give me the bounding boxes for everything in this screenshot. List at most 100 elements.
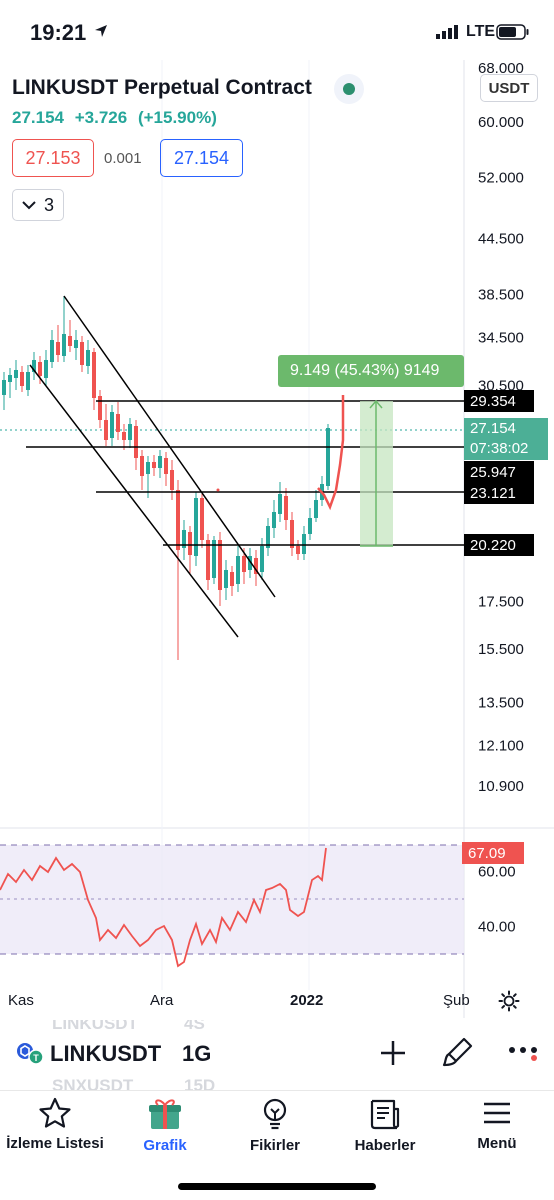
candle-body bbox=[92, 352, 96, 398]
date-label: 2022 bbox=[290, 992, 324, 1009]
candle-body bbox=[110, 412, 114, 438]
market-status-icon[interactable] bbox=[334, 74, 364, 104]
candle-body bbox=[326, 428, 330, 486]
price-summary: 27.154 +3.726 (+15.90%) bbox=[12, 108, 223, 128]
price-change-percent: (+15.90%) bbox=[137, 108, 217, 127]
level-tag-2: 25.947 bbox=[464, 461, 534, 483]
chart-gift-icon bbox=[149, 1099, 181, 1129]
date-label: Ara bbox=[150, 992, 174, 1009]
symbol-title[interactable]: LINKUSDT Perpetual Contract bbox=[12, 76, 312, 100]
signal-icon bbox=[436, 25, 458, 39]
location-arrow-icon bbox=[95, 25, 107, 37]
buy-price-button[interactable]: 27.154 bbox=[160, 139, 243, 177]
home-indicator bbox=[178, 1183, 376, 1190]
candle-body bbox=[302, 534, 306, 554]
status-time: 19:21 bbox=[30, 20, 87, 45]
status-bar: 19:21 LTE bbox=[0, 0, 554, 66]
price-range-measure bbox=[360, 399, 393, 547]
price-tick-label: 12.100 bbox=[478, 737, 524, 754]
candle-body bbox=[188, 532, 192, 555]
candle-body bbox=[134, 426, 138, 458]
battery-icon bbox=[496, 24, 529, 40]
price-tick-label: 10.900 bbox=[478, 778, 524, 795]
chevron-down-icon bbox=[22, 201, 36, 210]
price-tick-label: 13.500 bbox=[478, 695, 524, 712]
candle-body bbox=[176, 490, 180, 550]
active-symbol[interactable]: LINKUSDT bbox=[50, 1041, 161, 1067]
more-dots-icon[interactable] bbox=[508, 1046, 538, 1062]
nav-watchlist[interactable]: İzleme Listesi bbox=[0, 1097, 110, 1152]
nav-label: İzleme Listesi bbox=[6, 1135, 104, 1152]
bar-countdown: 07:38:02 bbox=[470, 440, 529, 457]
candle-body bbox=[194, 498, 198, 556]
nav-ideas[interactable]: Fikirler bbox=[220, 1097, 330, 1154]
price-tick-label: 15.500 bbox=[478, 641, 524, 658]
measure-label: 9.149 (45.43%) 9149 bbox=[278, 355, 464, 387]
nav-menu[interactable]: Menü bbox=[442, 1097, 552, 1152]
candle-body bbox=[128, 424, 132, 440]
candle-body bbox=[74, 340, 78, 348]
candle-body bbox=[158, 456, 162, 468]
nav-label: Haberler bbox=[354, 1137, 416, 1154]
gear-icon[interactable] bbox=[498, 990, 520, 1012]
candle-body bbox=[152, 462, 156, 468]
candle-body bbox=[20, 372, 24, 386]
rsi-axis: 60.00 40.00 bbox=[478, 864, 516, 936]
candle-body bbox=[236, 556, 240, 584]
rsi-pane bbox=[0, 844, 464, 968]
hamburger-icon bbox=[484, 1102, 510, 1124]
newspaper-icon bbox=[370, 1099, 400, 1130]
date-label: Şub bbox=[443, 992, 470, 1009]
spread-value: 0.001 bbox=[104, 150, 142, 167]
rsi-tick-label: 40.00 bbox=[478, 919, 516, 936]
candle-body bbox=[44, 360, 48, 378]
candle-body bbox=[86, 350, 90, 366]
current-price-tag: 27.154 07:38:02 bbox=[464, 418, 548, 460]
chainlink-coin-icon: T bbox=[17, 1043, 44, 1065]
candle-body bbox=[314, 500, 318, 518]
nav-label: Grafik bbox=[143, 1137, 187, 1154]
nav-news[interactable]: Haberler bbox=[330, 1097, 440, 1154]
lightbulb-icon bbox=[263, 1098, 287, 1130]
candle-body bbox=[218, 540, 222, 590]
currency-button[interactable]: USDT bbox=[480, 74, 538, 102]
star-icon bbox=[39, 1097, 71, 1128]
candle-body bbox=[308, 518, 312, 534]
symbol-row[interactable]: LINKUSDT 4S SNXUSDT 15D T LINKUSDT 1G bbox=[0, 1020, 554, 1090]
price-tick-label: 38.500 bbox=[478, 287, 524, 304]
candle-body bbox=[68, 336, 72, 346]
candle-body bbox=[290, 520, 294, 548]
studies-toggle-button[interactable]: 3 bbox=[12, 189, 64, 221]
level-tag-4: 20.220 bbox=[464, 534, 534, 556]
price-tick-label: 17.500 bbox=[478, 594, 524, 611]
price-tick-label: 44.500 bbox=[478, 230, 524, 247]
candle-body bbox=[38, 362, 42, 376]
plus-icon[interactable] bbox=[378, 1038, 408, 1068]
active-interval[interactable]: 1G bbox=[182, 1041, 211, 1067]
ghost-interval-above: 4S bbox=[184, 1020, 205, 1033]
candle-body bbox=[278, 494, 282, 514]
studies-count: 3 bbox=[43, 194, 54, 215]
candle-body bbox=[140, 456, 144, 476]
current-price-tag-value: 27.154 bbox=[470, 420, 516, 437]
candle-body bbox=[272, 512, 276, 528]
candle-body bbox=[116, 414, 120, 432]
nav-chart[interactable]: Grafik bbox=[110, 1097, 220, 1154]
candle-body bbox=[296, 546, 300, 554]
network-label: LTE bbox=[466, 23, 496, 40]
candle-body bbox=[122, 432, 126, 440]
rsi-value-tag: 67.09 bbox=[462, 842, 524, 864]
candle-body bbox=[62, 334, 66, 356]
price-tick-label: 52.000 bbox=[478, 170, 524, 187]
sell-price-button[interactable]: 27.153 bbox=[12, 139, 94, 177]
candle-body bbox=[14, 370, 18, 378]
candle-body bbox=[230, 572, 234, 586]
candle-body bbox=[8, 375, 12, 382]
candle-body bbox=[170, 470, 174, 490]
candle-body bbox=[98, 396, 102, 420]
level-tag-1: 29.354 bbox=[464, 390, 534, 412]
brush-icon[interactable] bbox=[442, 1036, 474, 1068]
rsi-tick-label: 60.00 bbox=[478, 864, 516, 881]
candle-body bbox=[206, 540, 210, 580]
svg-text:T: T bbox=[33, 1053, 39, 1063]
